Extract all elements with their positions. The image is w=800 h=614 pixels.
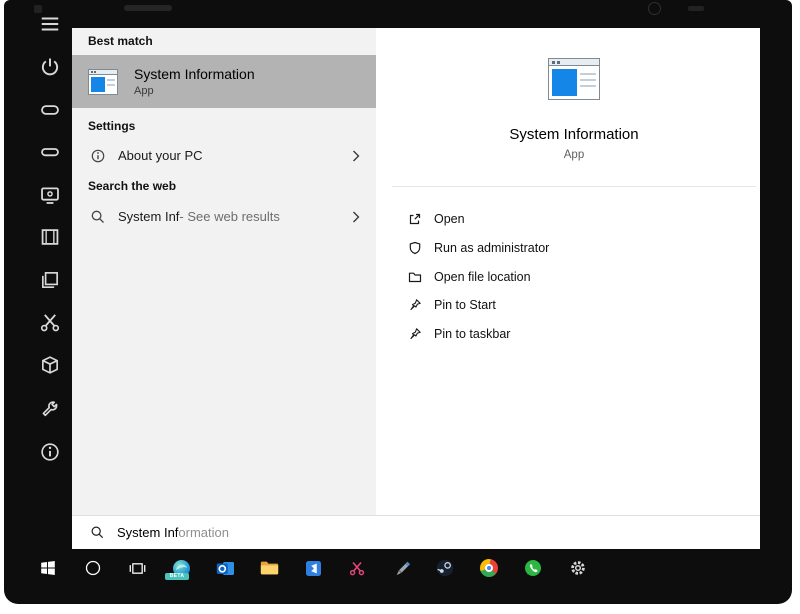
- web-query-text: System Inf: [118, 209, 179, 224]
- colorful-browser-icon[interactable]: [475, 554, 503, 582]
- search-icon: [90, 525, 105, 540]
- search-box[interactable]: System Information: [72, 515, 760, 549]
- task-view-button[interactable]: [123, 554, 151, 582]
- background-artifact: [688, 6, 704, 11]
- action-open-file-location[interactable]: Open file location: [408, 263, 748, 291]
- action-run-as-admin[interactable]: Run as administrator: [408, 234, 748, 262]
- chevron-right-icon[interactable]: [352, 211, 360, 223]
- search-results-pane: Best match System Information App: [72, 28, 376, 515]
- pin-icon: [408, 298, 422, 312]
- taskbar: BETA: [4, 549, 792, 604]
- screen: Best match System Information App: [0, 0, 800, 614]
- search-input-typed: System Inf: [117, 525, 178, 540]
- search-input-suggestion: ormation: [178, 525, 229, 540]
- pill-icon[interactable]: [39, 141, 61, 163]
- menu-icon[interactable]: [39, 13, 61, 35]
- blue-app-icon[interactable]: [299, 554, 327, 582]
- about-pc-label: About your PC: [118, 148, 203, 163]
- action-pin-to-taskbar[interactable]: Pin to taskbar: [408, 320, 748, 348]
- action-label: Run as administrator: [434, 241, 549, 255]
- action-open[interactable]: Open: [408, 205, 748, 233]
- file-explorer-icon[interactable]: [255, 554, 283, 582]
- settings-section-header: Settings: [88, 119, 135, 133]
- settings-icon[interactable]: [564, 554, 592, 582]
- edge-beta-badge: BETA: [165, 573, 189, 580]
- start-button[interactable]: [34, 554, 62, 582]
- result-about-your-pc[interactable]: About your PC: [72, 141, 376, 170]
- steam-icon[interactable]: [431, 554, 459, 582]
- search-flyout: Best match System Information App: [72, 28, 760, 515]
- best-match-title: System Information: [134, 66, 255, 82]
- background-circle-artifact: [648, 2, 661, 15]
- brush-app-icon[interactable]: [387, 554, 415, 582]
- overlapping-windows-icon[interactable]: [39, 269, 61, 291]
- chrome-wheel: [480, 559, 498, 577]
- start-sidebar: [30, 0, 72, 515]
- whatsapp-icon[interactable]: [519, 554, 547, 582]
- action-label: Pin to taskbar: [434, 327, 510, 341]
- film-icon[interactable]: [39, 226, 61, 248]
- action-label: Pin to Start: [434, 298, 496, 312]
- power-icon[interactable]: [39, 56, 61, 78]
- system-information-app-icon: [88, 69, 118, 95]
- wrench-icon[interactable]: [39, 398, 61, 420]
- search-glass-icon: [90, 209, 106, 225]
- outlook-icon[interactable]: [211, 554, 239, 582]
- best-match-type: App: [134, 85, 255, 97]
- pill-icon[interactable]: [39, 99, 61, 121]
- chevron-right-icon[interactable]: [352, 150, 360, 162]
- open-icon: [408, 212, 422, 226]
- result-web-search[interactable]: System Inf - See web results: [72, 202, 376, 231]
- preview-title: System Information: [388, 126, 760, 143]
- action-label: Open file location: [434, 270, 531, 284]
- action-pin-to-start[interactable]: Pin to Start: [408, 291, 748, 319]
- task-view-icon: [129, 560, 146, 577]
- action-label: Open: [434, 212, 465, 226]
- info-circle-icon: [90, 148, 106, 164]
- search-preview-pane: System Information App Open Run as admin…: [388, 28, 760, 515]
- scissors-icon[interactable]: [39, 311, 61, 333]
- circle-icon: [84, 559, 102, 577]
- box-icon[interactable]: [39, 354, 61, 376]
- web-section-header: Search the web: [88, 179, 176, 193]
- preview-type: App: [388, 149, 760, 161]
- best-match-result[interactable]: System Information App: [72, 55, 376, 108]
- info-icon[interactable]: [39, 441, 61, 463]
- folder-icon: [408, 270, 422, 284]
- search-circle-button[interactable]: [79, 554, 107, 582]
- monitor-frame: Best match System Information App: [4, 0, 792, 604]
- system-information-app-icon-large: [548, 58, 600, 100]
- web-suffix-text: - See web results: [179, 209, 279, 224]
- display-icon[interactable]: [39, 184, 61, 206]
- shield-icon: [408, 241, 422, 255]
- background-artifact: [124, 5, 172, 11]
- best-match-header: Best match: [88, 34, 153, 48]
- preview-divider: [392, 186, 756, 187]
- windows-logo-icon: [40, 560, 56, 576]
- scissors-app-icon[interactable]: [343, 554, 371, 582]
- pin-icon: [408, 327, 422, 341]
